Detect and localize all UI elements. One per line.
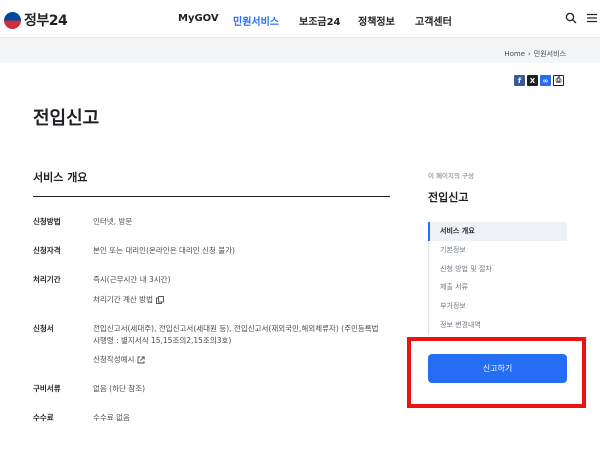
breadcrumb: Home › 민원서비스	[504, 49, 566, 59]
print-icon[interactable]: ⎙	[553, 75, 564, 86]
facebook-icon[interactable]: f	[514, 75, 525, 86]
breadcrumb-current[interactable]: 민원서비스	[534, 49, 566, 59]
toc-item-basic-info[interactable]: 기본정보	[429, 241, 567, 260]
search-icon[interactable]	[565, 12, 577, 24]
row-label-eligibility: 신청자격	[33, 246, 61, 255]
external-link-icon	[137, 355, 146, 363]
toc-item-additional-info[interactable]: 부가정보	[429, 297, 567, 316]
page-title: 전입신고	[33, 108, 100, 129]
nav-civil-service[interactable]: 민원서비스	[233, 13, 279, 28]
section-divider	[33, 196, 390, 197]
toc-item-procedure[interactable]: 신청 방법 및 절차	[429, 260, 567, 279]
row-value-form-line1: 전입신고서(세대주), 전입신고서(세대원 등), 전입신고서(재외국민,해외체…	[93, 324, 379, 333]
share-bar: f X ∞ ⎙	[514, 75, 564, 86]
period-calc-link-label: 처리기간 계산 방법	[93, 295, 153, 304]
toc-title: 전입신고	[428, 191, 469, 204]
breadcrumb-home[interactable]: Home	[504, 50, 525, 58]
highlight-box	[407, 337, 586, 408]
chevron-right-icon: ›	[527, 50, 531, 58]
row-value-form-line2: 시행령 : 별지서식 15,15조의2,15조의3호)	[93, 336, 232, 345]
nav-subsidy24[interactable]: 보조금24	[299, 13, 341, 28]
section-title: 서비스 개요	[33, 171, 88, 184]
x-icon[interactable]: X	[527, 75, 538, 86]
toc-item-overview[interactable]: 서비스 개요	[428, 222, 567, 241]
copy-icon	[156, 295, 164, 304]
row-label-form: 신청서	[33, 324, 54, 333]
toc-caption: 이 페이지의 구성	[428, 172, 474, 180]
toc-list: 서비스 개요 기본정보 신청 방법 및 절차 제출 서류 부가정보 정보 변경내…	[428, 222, 567, 335]
toc-item-change-history[interactable]: 정보 변경내역	[429, 316, 567, 335]
period-calc-link[interactable]: 처리기간 계산 방법	[93, 294, 164, 305]
taegeuk-logo-icon	[4, 11, 21, 29]
row-value-period: 즉시(근무시간 내 3시간)	[93, 275, 171, 284]
breadcrumb-band: Home › 민원서비스	[0, 38, 600, 63]
row-label-fee: 수수료	[33, 413, 54, 422]
logo[interactable]: 정부24	[4, 10, 68, 30]
site-header: 정부24 MyGOV 민원서비스 보조금24 정책정보 고객센터	[0, 0, 600, 38]
link-icon[interactable]: ∞	[540, 75, 551, 86]
nav-customer-center[interactable]: 고객센터	[415, 13, 452, 28]
nav-policy-info[interactable]: 정책정보	[358, 13, 395, 28]
row-value-documents: 없음 (하단 참조)	[93, 384, 146, 393]
logo-text: 정부24	[24, 13, 68, 29]
form-example-link[interactable]: 신청작성예시	[93, 354, 146, 365]
row-label-period: 처리기간	[33, 275, 61, 284]
toc-item-documents[interactable]: 제출 서류	[429, 278, 567, 297]
row-label-method: 신청방법	[33, 217, 61, 226]
form-example-link-label: 신청작성예시	[93, 355, 135, 364]
row-label-documents: 구비서류	[33, 384, 61, 393]
row-value-eligibility: 본인 또는 대리인(온라인은 대리인 신청 불가)	[93, 246, 235, 255]
menu-icon[interactable]	[586, 12, 598, 24]
row-value-fee: 수수료 없음	[93, 413, 130, 422]
nav-mygov[interactable]: MyGOV	[178, 13, 219, 24]
row-value-method: 인터넷, 방문	[93, 217, 133, 226]
